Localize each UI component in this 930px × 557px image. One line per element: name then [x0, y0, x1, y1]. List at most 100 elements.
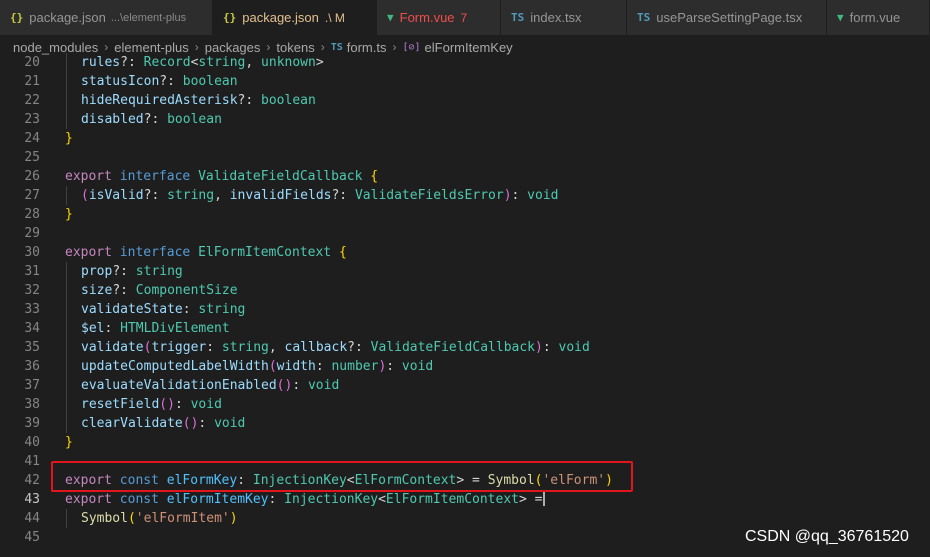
token: ()	[159, 397, 175, 412]
token: const	[119, 492, 159, 507]
indent-guide	[66, 319, 67, 338]
tab-label: index.tsx	[530, 10, 582, 25]
line-content: disabled?: boolean	[81, 110, 222, 129]
indent-guide	[66, 376, 67, 395]
code-line: 34 $el: HTMLDivElement	[0, 319, 930, 338]
token: >	[518, 492, 527, 507]
chevron-right-icon: ›	[104, 40, 109, 54]
line-number: 30	[24, 245, 40, 260]
text-cursor	[543, 490, 546, 506]
line-content: resetField(): void	[81, 395, 222, 414]
line-number: 29	[24, 226, 40, 241]
line-number: 35	[24, 340, 40, 355]
token: updateComputedLabelWidth	[81, 359, 269, 374]
token: void	[214, 416, 246, 431]
line-content: rules?: Record<string, unknown>	[81, 53, 324, 72]
token: :	[198, 416, 215, 431]
code-line-current: 43 export const elFormItemKey: InjectionK…	[0, 490, 930, 509]
line-number: 32	[24, 283, 40, 298]
token: export	[65, 245, 112, 260]
chevron-right-icon: ›	[320, 40, 325, 54]
token: ElFormItemContext	[198, 245, 332, 260]
line-content: export const elFormItemKey: InjectionKey…	[65, 490, 546, 509]
line-content: hideRequiredAsterisk?: boolean	[81, 91, 316, 110]
line-number: 43	[24, 492, 40, 507]
code-line: 21 statusIcon?: boolean	[0, 72, 930, 91]
annotation-highlight-box	[51, 461, 633, 492]
line-content: evaluateValidationEnabled(): void	[81, 376, 339, 395]
token: void	[401, 359, 434, 374]
token: statusIcon	[81, 74, 160, 89]
token: :	[315, 359, 332, 374]
tab-form-vue[interactable]: ▼ Form.vue 7	[377, 0, 501, 35]
token: (	[127, 511, 136, 526]
line-content: (isValid?: string, invalidFields?: Valid…	[81, 186, 558, 205]
tab-label: package.json	[29, 10, 106, 25]
token: interface	[119, 169, 191, 184]
token: export	[65, 492, 112, 507]
token: ValidateFieldCallback	[370, 340, 536, 355]
token: number	[331, 359, 379, 374]
token: disabled	[81, 112, 144, 127]
token: ValidateFieldsError	[354, 188, 504, 203]
token: ?:	[237, 93, 262, 108]
token: ComponentSize	[135, 283, 238, 298]
token: InjectionKey	[284, 492, 379, 507]
token: rules	[81, 55, 121, 70]
code-line: 37 evaluateValidationEnabled(): void	[0, 376, 930, 395]
indent-guide	[66, 281, 67, 300]
line-number: 44	[24, 511, 40, 526]
tab-label: useParseSettingPage.tsx	[656, 10, 803, 25]
chevron-right-icon: ›	[194, 40, 199, 54]
token: string	[167, 188, 215, 203]
line-content: prop?: string	[81, 262, 183, 281]
indent-guide	[66, 300, 67, 319]
editor-tab-bar: {} package.json ...\element-plus {} pack…	[0, 0, 930, 35]
line-content: export interface ElFormItemContext {	[65, 243, 347, 262]
tab-index-tsx[interactable]: TS index.tsx	[501, 0, 627, 35]
line-content: clearValidate(): void	[81, 414, 245, 433]
token: void	[307, 378, 340, 393]
tab-package-json-element-plus[interactable]: {} package.json ...\element-plus	[0, 0, 213, 35]
watermark: CSDN @qq_36761520	[745, 528, 909, 545]
token: HTMLDivElement	[120, 321, 230, 336]
token: }	[65, 131, 73, 146]
code-line: 40}	[0, 433, 930, 452]
line-content: export interface ValidateFieldCallback {	[65, 167, 378, 186]
token: )	[229, 511, 238, 526]
token: Record	[143, 55, 191, 70]
line-content: statusIcon?: boolean	[81, 72, 238, 91]
token: export	[65, 169, 112, 184]
token: :	[104, 321, 121, 336]
tab-label: form.vue	[849, 10, 901, 25]
line-number: 33	[24, 302, 40, 317]
token: boolean	[182, 74, 238, 89]
tab-problem-count: 7	[460, 10, 468, 25]
code-line: 36 updateComputedLabelWidth(width: number…	[0, 357, 930, 376]
token: ?:	[143, 112, 168, 127]
code-line: 33 validateState: string	[0, 300, 930, 319]
token: void	[558, 340, 590, 355]
token: width	[276, 359, 316, 374]
line-number: 20	[24, 55, 40, 70]
token: (	[268, 359, 277, 374]
indent-guide	[66, 91, 67, 110]
line-number: 31	[24, 264, 40, 279]
token: ?:	[112, 283, 136, 298]
indent-guide	[66, 110, 67, 129]
indent-guide	[66, 357, 67, 376]
token: string	[221, 340, 269, 355]
token: ?:	[331, 188, 355, 203]
tab-useparsesettingpage-tsx[interactable]: TS useParseSettingPage.tsx	[627, 0, 827, 35]
token: )	[503, 188, 512, 203]
tab-form-vue-lowercase[interactable]: ▼ form.vue	[827, 0, 930, 35]
tab-label: Form.vue	[399, 10, 455, 25]
token: }	[65, 207, 73, 222]
line-number: 39	[24, 416, 40, 431]
code-line: 29	[0, 224, 930, 243]
indent-guide	[66, 509, 67, 528]
token: :	[542, 340, 559, 355]
tab-package-json-root[interactable]: {} package.json .\ M	[213, 0, 377, 35]
token: prop	[81, 264, 113, 279]
token: :	[511, 188, 528, 203]
